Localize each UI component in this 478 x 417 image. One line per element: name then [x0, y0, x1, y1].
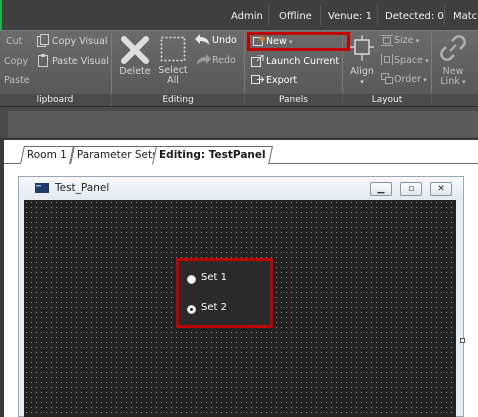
size-icon [381, 35, 393, 46]
ribbon: Cut Copy Paste Copy Visual Paste Visual … [0, 30, 478, 107]
tab-editing-testpanel[interactable]: Editing: TestPanel [151, 146, 273, 165]
space-button[interactable]: Space ▾ [394, 55, 429, 66]
launch-current-button[interactable]: Launch Current [266, 56, 339, 67]
venue-status: Venue: 1 [328, 11, 372, 22]
cut-button[interactable]: Cut [6, 36, 22, 47]
toolbar-strip [0, 106, 478, 138]
select-all-button[interactable]: Select All [154, 66, 192, 86]
delete-icon [121, 36, 149, 64]
radio-label-set-2: Set 2 [201, 302, 227, 313]
undo-button[interactable]: Undo [212, 35, 237, 46]
maximize-button[interactable]: ▫ [400, 182, 422, 196]
order-button[interactable]: Order ▾ [394, 74, 427, 85]
copy-button[interactable]: Copy [4, 56, 28, 67]
delete-button[interactable]: Delete [116, 67, 154, 77]
app-window: Admin Offline Venue: 1 Detected: 0 Matc … [0, 0, 478, 417]
radio-label-set-1: Set 1 [201, 272, 227, 283]
radio-set-1[interactable] [187, 275, 196, 284]
align-dropdown-icon: ▾ [360, 78, 364, 86]
size-button[interactable]: Size ▾ [394, 35, 419, 46]
export-button[interactable]: Export [266, 75, 297, 86]
window-title-bar[interactable]: Test_Panel ▁ ▫ ✕ [19, 177, 463, 199]
new-button-highlight [247, 32, 350, 51]
undo-icon [195, 34, 209, 45]
radio-set-2[interactable] [187, 305, 196, 314]
panel-window-icon [35, 183, 49, 193]
copy-visual-button[interactable]: Copy Visual [52, 36, 107, 47]
redo-button[interactable]: Redo [212, 55, 236, 66]
export-icon [251, 75, 264, 84]
status-accent [0, 0, 2, 30]
paste-visual-icon [38, 54, 48, 67]
detected-status: Detected: 0 [385, 11, 444, 22]
select-all-icon [160, 36, 186, 62]
minimize-button[interactable]: ▁ [370, 182, 392, 196]
document-tabs: Room 1 Parameter Sets Editing: TestPanel [4, 140, 478, 165]
order-icon [381, 73, 393, 84]
radio-group-highlight: Set 1 Set 2 [176, 258, 273, 328]
space-icon [381, 54, 393, 65]
close-button[interactable]: ✕ [430, 182, 452, 196]
resize-handle[interactable] [460, 338, 465, 343]
connection-status: Offline [279, 11, 312, 22]
tab-parameter-sets[interactable]: Parameter Sets [70, 146, 165, 164]
link-icon [440, 35, 466, 61]
new-link-button[interactable]: New Link ▾ [434, 67, 472, 87]
match-status: Matc [453, 11, 478, 22]
copy-visual-icon [37, 34, 49, 47]
align-icon [350, 35, 374, 61]
paste-button[interactable]: Paste [4, 75, 30, 86]
tab-room-1[interactable]: Room 1 [20, 146, 74, 164]
user-name[interactable]: Admin [231, 11, 263, 22]
paste-visual-button[interactable]: Paste Visual [52, 56, 109, 67]
redo-icon [197, 54, 211, 65]
status-bar: Admin Offline Venue: 1 Detected: 0 Matc [0, 0, 478, 30]
launch-current-icon [251, 55, 264, 67]
align-button[interactable]: Align ▾ [344, 67, 380, 87]
window-title: Test_Panel [55, 182, 110, 194]
